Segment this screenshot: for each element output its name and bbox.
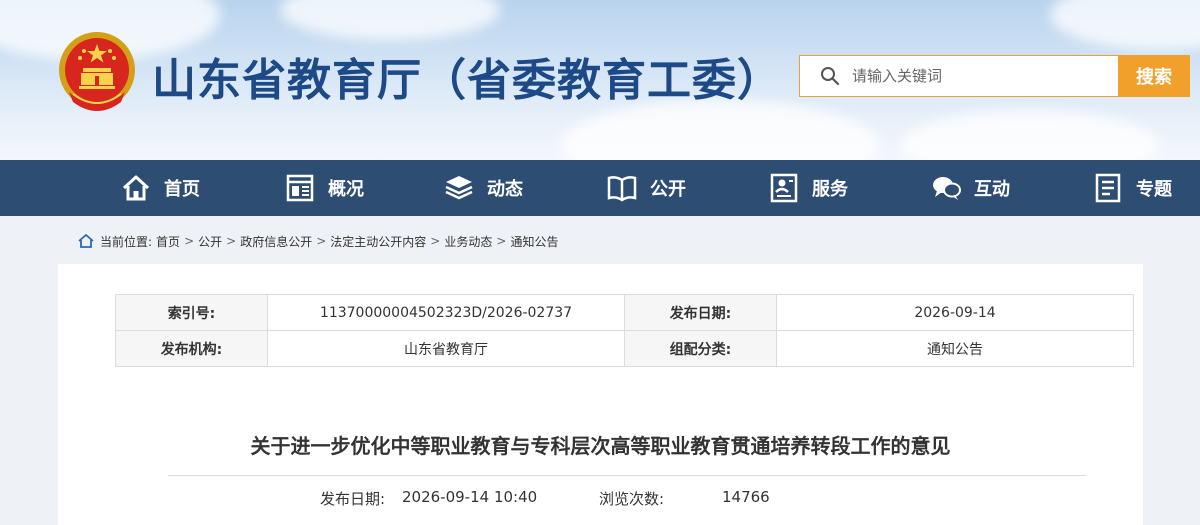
home-icon <box>122 175 150 201</box>
publish-date-label: 发布日期: <box>320 490 386 508</box>
nav-item-public[interactable]: 公开 <box>606 160 686 216</box>
nav-item-service[interactable]: 服务 <box>768 160 848 216</box>
category-label: 组配分类: <box>624 330 777 367</box>
category-value: 通知公告 <box>776 330 1134 367</box>
service-icon <box>770 173 798 203</box>
nav-label: 专题 <box>1136 179 1172 200</box>
home-small-icon <box>78 234 94 248</box>
nav-label: 服务 <box>812 179 848 200</box>
book-icon <box>607 176 637 202</box>
search-input[interactable] <box>852 67 1092 85</box>
nav-item-interact[interactable]: 互动 <box>930 160 1010 216</box>
index-label: 索引号: <box>115 294 268 331</box>
document-icon <box>1095 173 1121 203</box>
breadcrumb-prefix: 当前位置: <box>100 234 153 249</box>
breadcrumb-separator: > <box>226 234 237 248</box>
org-value: 山东省教育厅 <box>267 330 625 367</box>
breadcrumb-separator: > <box>316 234 327 248</box>
date-label: 发布日期: <box>624 294 777 331</box>
breadcrumb-item[interactable]: 通知公告 <box>510 233 558 250</box>
date-value: 2026-09-14 <box>776 294 1134 331</box>
metadata-table: 索引号: 11370000004502323D/2026-02737 发布日期:… <box>115 294 1134 367</box>
nav-label: 公开 <box>650 179 686 200</box>
nav-item-topics[interactable]: 专题 <box>1092 160 1172 216</box>
search-button[interactable]: 搜索 <box>1118 55 1190 97</box>
breadcrumb-item[interactable]: 政府信息公开 <box>240 233 312 250</box>
breadcrumb-item[interactable]: 法定主动公开内容 <box>330 233 426 250</box>
nav-label: 动态 <box>487 179 523 200</box>
table-row: 发布机构: 山东省教育厅 组配分类: 通知公告 <box>115 330 1134 367</box>
breadcrumb-item[interactable]: 公开 <box>198 233 222 250</box>
breadcrumb-separator: > <box>430 234 441 248</box>
main-nav: 首页 概况 动态 公开 服务 互动 专题 <box>0 160 1200 216</box>
nav-label: 概况 <box>328 179 364 200</box>
nav-item-news[interactable]: 动态 <box>443 160 523 216</box>
breadcrumb: 当前位置: 首页 > 公开 > 政府信息公开 > 法定主动公开内容 > 业务动态… <box>78 231 558 251</box>
overview-icon <box>286 174 314 202</box>
search-icon <box>821 67 840 86</box>
site-title[interactable]: 山东省教育厅（省委教育工委） <box>152 44 782 108</box>
org-label: 发布机构: <box>115 330 268 367</box>
breadcrumb-item[interactable]: 业务动态 <box>444 233 492 250</box>
publish-date-value: 2026-09-14 10:40 <box>402 488 538 506</box>
nav-item-home[interactable]: 首页 <box>120 160 200 216</box>
chat-icon <box>933 177 961 200</box>
views-count: 14766 <box>722 488 770 506</box>
index-value: 11370000004502323D/2026-02737 <box>267 294 625 331</box>
breadcrumb-item[interactable]: 首页 <box>156 233 180 250</box>
content-panel: 索引号: 11370000004502323D/2026-02737 发布日期:… <box>58 264 1143 525</box>
news-stack-icon <box>445 176 473 200</box>
nav-label: 互动 <box>974 179 1010 200</box>
title-divider <box>168 475 1086 476</box>
nav-label: 首页 <box>164 179 200 200</box>
national-emblem-icon[interactable] <box>57 30 137 118</box>
views-label: 浏览次数: <box>599 490 665 508</box>
breadcrumb-separator: > <box>496 234 507 248</box>
nav-item-overview[interactable]: 概况 <box>284 160 364 216</box>
breadcrumb-separator: > <box>184 234 195 248</box>
search-box <box>799 55 1119 97</box>
article-title: 关于进一步优化中等职业教育与专科层次高等职业教育贯通培养转段工作的意见 <box>250 434 951 458</box>
table-row: 索引号: 11370000004502323D/2026-02737 发布日期:… <box>115 294 1134 331</box>
